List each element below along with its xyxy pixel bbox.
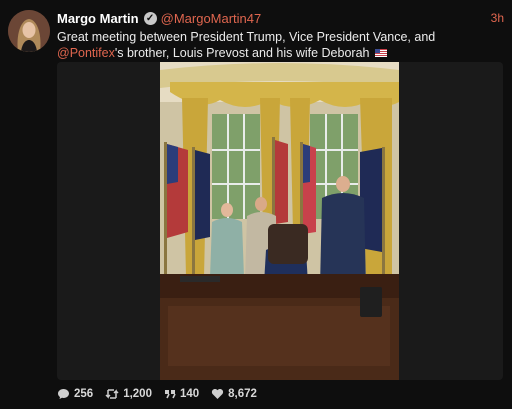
action-bar: 256 1,200 140 8,672 xyxy=(57,386,269,402)
like-count: 8,672 xyxy=(228,388,257,400)
reply-button[interactable]: 256 xyxy=(57,388,93,400)
post-media[interactable] xyxy=(57,62,503,380)
post-time[interactable]: 3h xyxy=(491,10,504,27)
avatar-image xyxy=(8,10,50,52)
post-text-part: 's brother, Louis Prevost and his wife D… xyxy=(114,46,370,60)
post-text: Great meeting between President Trump, V… xyxy=(57,29,500,61)
reply-count: 256 xyxy=(74,388,94,400)
author-handle[interactable]: @MargoMartin47 xyxy=(161,10,262,27)
repost-icon xyxy=(105,389,119,399)
quote-button[interactable]: 140 xyxy=(164,388,199,400)
like-button[interactable]: 8,672 xyxy=(211,388,257,400)
repost-count: 1,200 xyxy=(123,388,152,400)
comment-icon xyxy=(58,389,69,399)
post-text-part: Great meeting between President Trump, V… xyxy=(57,30,436,44)
mention-link[interactable]: @Pontifex xyxy=(57,46,115,60)
repost-button[interactable]: 1,200 xyxy=(105,388,152,400)
author-name[interactable]: Margo Martin xyxy=(57,10,139,27)
quote-icon xyxy=(164,390,176,399)
avatar[interactable] xyxy=(8,10,50,52)
us-flag-icon xyxy=(374,49,387,57)
verified-icon: ✓ xyxy=(143,11,157,25)
quote-count: 140 xyxy=(179,388,200,400)
post-header: Margo Martin ✓ @MargoMartin47 3h xyxy=(57,9,504,27)
post-photo[interactable] xyxy=(160,62,399,380)
heart-icon xyxy=(212,389,224,399)
